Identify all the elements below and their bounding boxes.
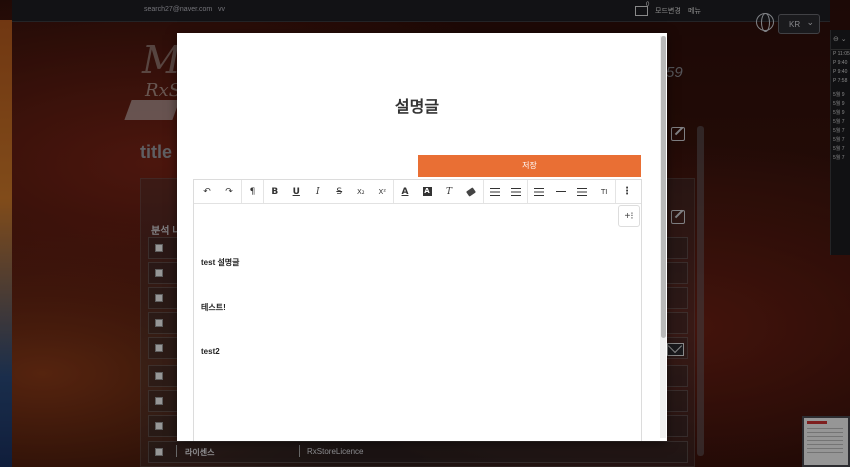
- add-block-button[interactable]: +⁝: [618, 205, 640, 227]
- list-icon: [577, 187, 588, 196]
- more-options-icon[interactable]: ⋮: [616, 182, 638, 202]
- clear-format-button[interactable]: T: [438, 182, 460, 202]
- editor-paragraph[interactable]: test2: [201, 347, 220, 356]
- save-button[interactable]: 저장: [418, 155, 641, 177]
- history-group: ↶ ↷: [196, 180, 242, 203]
- horizontal-rule-icon: [555, 190, 566, 193]
- superscript-button[interactable]: X²: [372, 182, 394, 202]
- more-group: ⋮: [616, 180, 640, 203]
- inline-format-group: B U I S X₂ X²: [264, 180, 394, 203]
- editor-paragraph[interactable]: test 설명글: [201, 257, 240, 268]
- color-group: A A T: [394, 180, 484, 203]
- modal-title: 설명글: [394, 99, 440, 116]
- undo-icon[interactable]: ↶: [196, 182, 218, 202]
- modal-scrollbar-thumb[interactable]: [661, 36, 666, 338]
- subscript-button[interactable]: X₂: [350, 182, 372, 202]
- redo-icon[interactable]: ↷: [218, 182, 240, 202]
- highlight-icon: A: [422, 187, 432, 196]
- indent-group: [484, 180, 528, 203]
- font-color-button[interactable]: A: [394, 182, 416, 202]
- rich-text-editor: ↶ ↷ ¶ B U I S X₂ X² A A T TI ⋮ +⁝ test 설…: [193, 179, 642, 441]
- list-button[interactable]: [572, 182, 594, 202]
- editor-paragraph[interactable]: 테스트!: [201, 302, 226, 313]
- align-button[interactable]: [528, 182, 550, 202]
- strikethrough-button[interactable]: S: [329, 182, 351, 202]
- italic-button[interactable]: I: [307, 182, 329, 202]
- description-modal: 설명글 저장 ↶ ↷ ¶ B U I S X₂ X² A A T TI ⋮ +⁝…: [177, 33, 667, 441]
- eraser-icon: [466, 186, 476, 197]
- eraser-button[interactable]: [460, 182, 482, 202]
- outdent-icon: [511, 187, 522, 196]
- outdent-button[interactable]: [506, 182, 528, 202]
- paragraph-icon[interactable]: ¶: [242, 182, 263, 202]
- indent-icon: [489, 187, 500, 196]
- horizontal-rule-button[interactable]: [550, 182, 572, 202]
- text-size-button[interactable]: TI: [593, 182, 615, 202]
- paragraph-group: ¶: [242, 180, 264, 203]
- editor-toolbar: ↶ ↷ ¶ B U I S X₂ X² A A T TI ⋮: [194, 180, 641, 204]
- font-color-icon: A: [401, 186, 409, 197]
- align-left-icon: [533, 187, 544, 196]
- underline-button[interactable]: U: [286, 182, 308, 202]
- block-group: TI: [528, 180, 616, 203]
- background-color-button[interactable]: A: [416, 182, 438, 202]
- indent-button[interactable]: [484, 182, 506, 202]
- bold-button[interactable]: B: [264, 182, 286, 202]
